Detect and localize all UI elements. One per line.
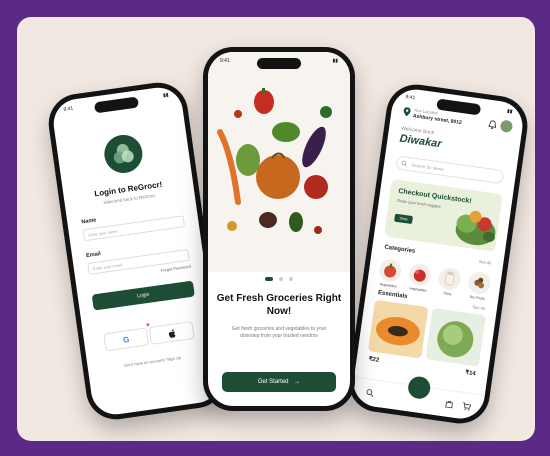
- login-screen: 9:41 ▮▮ Login to ReGrocr! Welcome back t…: [50, 84, 224, 418]
- carousel-dot-active[interactable]: [264, 277, 273, 281]
- forgot-password-link[interactable]: Forgot Password: [160, 264, 191, 273]
- phone-notch: [93, 96, 140, 114]
- carousel-indicator: [208, 268, 350, 286]
- email-label: Email: [85, 251, 102, 260]
- search-input[interactable]: Search for items: [395, 155, 505, 185]
- app-logo-icon: [101, 132, 145, 176]
- get-started-button[interactable]: Get Started →: [222, 372, 336, 392]
- bag-icon[interactable]: [445, 400, 454, 409]
- cart-icon[interactable]: [462, 402, 472, 411]
- location-pin-icon: [403, 107, 411, 117]
- signup-prompt[interactable]: Don't have an account? Sign Up: [88, 350, 217, 373]
- google-icon: G: [122, 334, 130, 345]
- carousel-dot[interactable]: [279, 277, 283, 281]
- category-item[interactable]: Vegetables: [407, 262, 433, 293]
- status-time: 9:41: [220, 58, 230, 64]
- category-image: [407, 262, 433, 288]
- category-label: Vegetables: [379, 282, 397, 289]
- category-label: Vegetables: [408, 286, 427, 293]
- search-icon: [401, 160, 407, 167]
- arrow-right-icon: →: [294, 379, 301, 385]
- onboarding-title: Get Fresh Groceries Right Now!: [216, 293, 342, 317]
- home-tab-button[interactable]: [404, 373, 434, 403]
- home-screen: 9:41 ▮▮ Your Location Ashbury street, 80…: [350, 86, 526, 422]
- apple-icon: [168, 329, 176, 338]
- product-card[interactable]: [425, 307, 486, 367]
- get-started-label: Get Started: [257, 379, 289, 385]
- showcase-card: 9:41 ▮▮ Login to ReGrocr! Welcome back t…: [17, 17, 535, 441]
- vegetables-hero-image: [208, 52, 350, 272]
- battery-icon: ▮▮: [332, 58, 338, 64]
- category-item[interactable]: Vegetables: [377, 258, 403, 289]
- essentials-row: [367, 299, 486, 367]
- onboarding-description: Get fresh groceries and vegetables to yo…: [231, 326, 327, 339]
- search-tab-icon[interactable]: [365, 388, 374, 398]
- categories-title: Categories: [383, 244, 416, 255]
- battery-icon: ▮▮: [506, 108, 513, 115]
- login-button[interactable]: Login: [91, 280, 195, 311]
- status-time: 9:41: [405, 93, 416, 102]
- email-input[interactable]: Enter your email: [87, 248, 190, 275]
- name-label: Name: [81, 217, 97, 226]
- essentials-title: Essentials: [377, 290, 408, 301]
- category-image: [466, 270, 492, 296]
- product-price: ₹22: [368, 356, 380, 364]
- carousel-dot[interactable]: [289, 277, 294, 281]
- product-card[interactable]: [367, 299, 429, 359]
- phone-notch: [436, 98, 482, 116]
- veggie-basket-image: [455, 210, 496, 246]
- onboarding-phone: 9:41 ▮▮ Get Fresh Groceries Right Now! G…: [203, 47, 355, 411]
- categories-see-all-link[interactable]: See All: [479, 259, 492, 266]
- promo-banner[interactable]: Checkout Quickstock! Order your fresh ve…: [383, 178, 503, 252]
- category-image: [437, 266, 463, 292]
- battery-icon: ▮▮: [162, 92, 170, 99]
- bottom-tab-bar: [350, 373, 485, 422]
- onboarding-screen: 9:41 ▮▮ Get Fresh Groceries Right Now! G…: [208, 52, 350, 406]
- bell-icon[interactable]: [488, 120, 497, 130]
- name-input[interactable]: Enter your name: [82, 215, 186, 242]
- username: Diwakar: [398, 132, 443, 151]
- category-item[interactable]: Dry Fruits: [466, 270, 492, 302]
- papaya-image: [367, 299, 429, 359]
- phone-notch: [257, 58, 301, 69]
- outer-frame: 9:41 ▮▮ Login to ReGrocr! Welcome back t…: [0, 0, 550, 456]
- status-time: 9:41: [63, 105, 74, 113]
- promo-shop-button[interactable]: Shop: [394, 213, 414, 225]
- essentials-see-all-link[interactable]: See All: [472, 304, 485, 311]
- avatar[interactable]: [499, 119, 514, 134]
- category-item[interactable]: Dairy: [436, 266, 463, 297]
- home-phone: 9:41 ▮▮ Your Location Ashbury street, 80…: [344, 80, 532, 428]
- cabbage-image: [425, 307, 486, 367]
- product-price: ₹14: [464, 369, 477, 378]
- login-phone: 9:41 ▮▮ Login to ReGrocr! Welcome back t…: [44, 78, 230, 424]
- category-label: Dry Fruits: [469, 294, 486, 301]
- category-image: [377, 258, 403, 283]
- category-label: Dairy: [443, 291, 452, 297]
